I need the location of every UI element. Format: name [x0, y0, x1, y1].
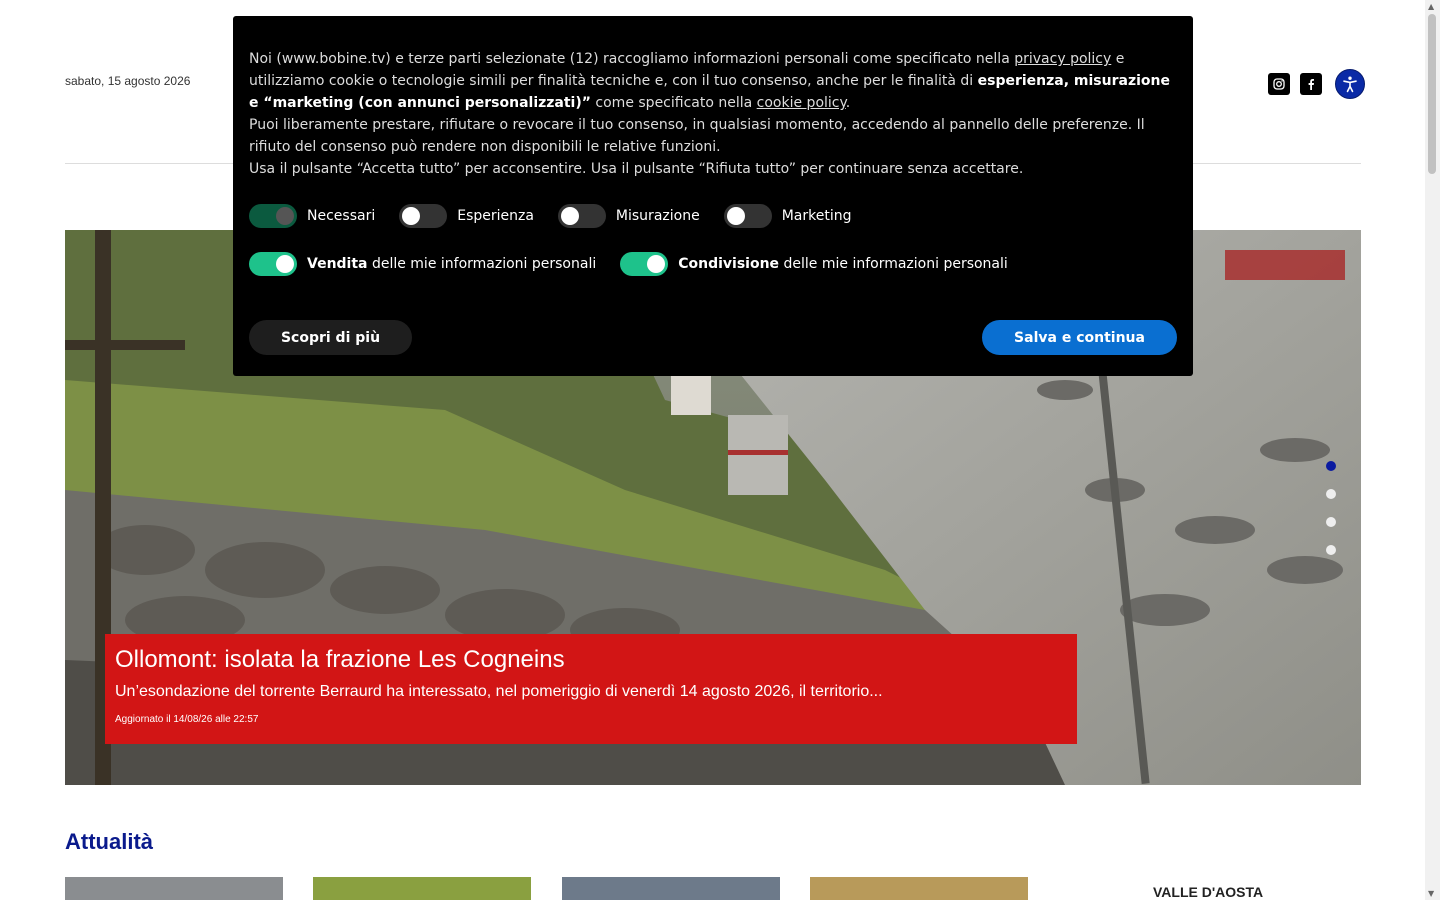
toggle-switch[interactable] — [620, 252, 669, 276]
slider-dot-3[interactable] — [1326, 517, 1336, 527]
toggle-marketing[interactable]: Marketing — [723, 204, 852, 228]
toggle-label-rest: delle mie informazioni personali — [779, 256, 1008, 272]
news-thumbnail[interactable] — [313, 877, 531, 900]
cookie-text-buttons: Usa il pulsante “Accetta tutto” per acco… — [249, 161, 1024, 177]
toggle-necessari[interactable]: Necessari — [249, 204, 375, 228]
toggle-switch[interactable] — [249, 252, 297, 276]
current-date: sabato, 15 agosto 2026 — [65, 74, 191, 88]
save-continue-button[interactable]: Salva e continua — [982, 320, 1177, 355]
consent-toggles: Necessari Esperienza Misurazione Marketi… — [249, 203, 1177, 229]
section-title[interactable]: Attualità — [65, 829, 153, 855]
news-thumbnail[interactable] — [562, 877, 780, 900]
page-scrollbar[interactable]: ▲ ▼ — [1425, 0, 1440, 900]
toggle-label-rest: delle mie informazioni personali — [367, 256, 597, 272]
cookie-text-part: . — [845, 95, 851, 111]
privacy-toggles: Vendita delle mie informazioni personali… — [249, 251, 1177, 277]
hero-title[interactable]: Ollomont: isolata la frazione Les Cognei… — [115, 646, 1067, 674]
toggle-switch[interactable] — [399, 204, 448, 228]
toggle-label: Vendita delle mie informazioni personali — [307, 253, 596, 275]
scroll-down-icon[interactable]: ▼ — [1428, 889, 1434, 898]
scroll-up-icon[interactable]: ▲ — [1428, 2, 1434, 11]
toggle-esperienza[interactable]: Esperienza — [399, 204, 534, 228]
accessibility-icon[interactable] — [1335, 69, 1365, 99]
privacy-policy-link[interactable]: privacy policy — [1014, 51, 1111, 67]
cookie-text-revoke: Puoi liberamente prestare, rifiutare o r… — [249, 117, 1145, 155]
toggle-label-bold: Condivisione — [678, 256, 780, 272]
slider-dot-4[interactable] — [1326, 545, 1336, 555]
hero-summary: Un’esondazione del torrente Berraurd ha … — [115, 683, 883, 700]
toggle-misurazione[interactable]: Misurazione — [557, 204, 700, 228]
cookie-policy-link[interactable]: cookie policy — [757, 95, 846, 111]
instagram-icon[interactable] — [1268, 73, 1290, 95]
toggle-vendita[interactable]: Vendita delle mie informazioni personali — [249, 252, 596, 276]
scroll-thumb[interactable] — [1428, 14, 1436, 174]
toggle-switch[interactable] — [249, 204, 297, 228]
learn-more-button[interactable]: Scopri di più — [249, 320, 412, 355]
slider-dot-2[interactable] — [1326, 489, 1336, 499]
slider-dots — [1326, 461, 1336, 555]
slider-dot-1[interactable] — [1326, 461, 1336, 471]
toggle-condivisione[interactable]: Condivisione delle mie informazioni pers… — [620, 252, 1008, 276]
news-thumbnail[interactable] — [810, 877, 1028, 900]
toggle-label: Esperienza — [457, 208, 534, 224]
hero-caption[interactable]: Ollomont: isolata la frazione Les Cognei… — [105, 634, 1077, 744]
toggle-label-bold: Vendita — [307, 256, 368, 272]
toggle-switch[interactable] — [723, 204, 772, 228]
toggle-label: Necessari — [307, 208, 376, 224]
toggle-label: Misurazione — [615, 208, 700, 224]
news-thumbnail[interactable] — [65, 877, 283, 900]
toggle-label: Condivisione delle mie informazioni pers… — [678, 253, 1008, 275]
social-links — [1268, 69, 1365, 99]
hero-updated: Aggiornato il 14/08/26 alle 22:57 — [115, 714, 259, 725]
toggle-switch[interactable] — [557, 204, 606, 228]
sidebar-title: VALLE D'AOSTA — [1153, 884, 1264, 900]
cookie-consent-dialog: Noi (www.bobine.tv) e terze parti selezi… — [233, 16, 1193, 376]
facebook-icon[interactable] — [1300, 73, 1322, 95]
cookie-text-part: come specificato nella — [590, 95, 757, 111]
toggle-label: Marketing — [781, 208, 852, 224]
cookie-text-part: Noi (www.bobine.tv) e terze parti selezi… — [249, 51, 1015, 67]
cookie-text: Noi (www.bobine.tv) e terze parti selezi… — [249, 48, 1177, 114]
